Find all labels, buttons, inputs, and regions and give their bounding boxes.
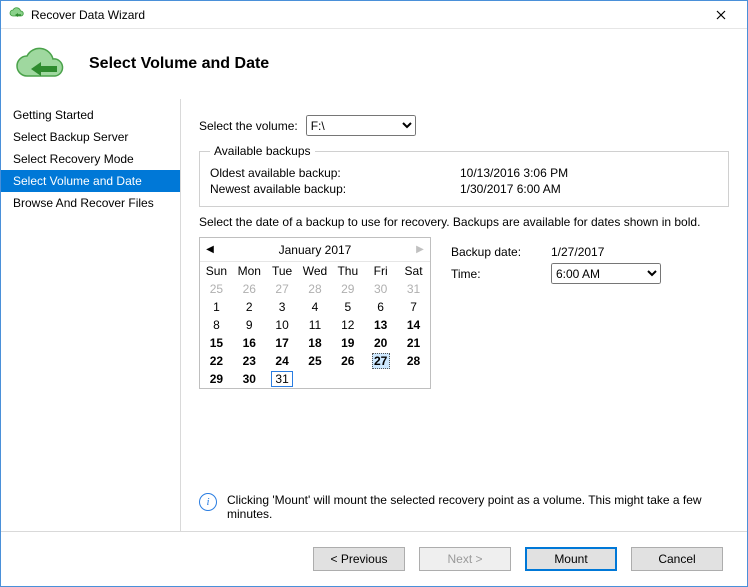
app-icon [9,7,25,23]
calendar-day[interactable]: 21 [397,334,430,352]
calendar-day[interactable]: 13 [364,316,397,334]
volume-label: Select the volume: [199,119,298,133]
calendar-day-header: Wed [299,262,332,280]
calendar-day[interactable]: 27 [364,352,397,370]
sidebar-item-select-recovery-mode[interactable]: Select Recovery Mode [1,148,180,170]
calendar-day[interactable]: 31 [397,280,430,298]
sidebar-item-select-backup-server[interactable]: Select Backup Server [1,126,180,148]
calendar-day[interactable]: 4 [299,298,332,316]
calendar-day [299,370,332,388]
volume-select[interactable]: F:\ [306,115,416,136]
calendar-day[interactable]: 29 [331,280,364,298]
calendar-day [397,370,430,388]
titlebar: Recover Data Wizard [1,1,747,29]
calendar-day[interactable]: 18 [299,334,332,352]
sidebar-item-browse-and-recover-files[interactable]: Browse And Recover Files [1,192,180,214]
calendar-day[interactable]: 5 [331,298,364,316]
calendar-day-header: Fri [364,262,397,280]
calendar-day-header: Thu [331,262,364,280]
calendar-day[interactable]: 24 [266,352,299,370]
calendar-day[interactable]: 10 [266,316,299,334]
info-icon: i [199,493,217,511]
info-note: i Clicking 'Mount' will mount the select… [199,493,729,521]
calendar-day-header: Mon [233,262,266,280]
calendar-day[interactable]: 3 [266,298,299,316]
calendar-day[interactable]: 8 [200,316,233,334]
calendar-day[interactable]: 30 [364,280,397,298]
calendar-day-header: Sun [200,262,233,280]
next-button: Next > [419,547,511,571]
calendar[interactable]: ◀ January 2017 ▶ SunMonTueWedThuFriSat 2… [199,237,431,389]
sidebar-item-select-volume-and-date[interactable]: Select Volume and Date [1,170,180,192]
calendar-day[interactable]: 25 [299,352,332,370]
calendar-day[interactable]: 1 [200,298,233,316]
previous-button[interactable]: < Previous [313,547,405,571]
oldest-backup-value: 10/13/2016 3:06 PM [460,166,568,180]
page-heading: Select Volume and Date [89,55,269,73]
calendar-day[interactable]: 17 [266,334,299,352]
calendar-day[interactable]: 20 [364,334,397,352]
instruction-text: Select the date of a backup to use for r… [199,215,729,229]
calendar-day[interactable]: 6 [364,298,397,316]
oldest-backup-label: Oldest available backup: [210,166,460,180]
calendar-day[interactable]: 26 [331,352,364,370]
calendar-day[interactable]: 27 [266,280,299,298]
calendar-day[interactable]: 12 [331,316,364,334]
backup-date-value: 1/27/2017 [551,245,604,259]
close-button[interactable] [701,3,741,27]
calendar-day[interactable]: 22 [200,352,233,370]
mount-button[interactable]: Mount [525,547,617,571]
time-label: Time: [451,267,551,281]
available-backups-legend: Available backups [210,144,315,158]
info-note-text: Clicking 'Mount' will mount the selected… [227,493,729,521]
calendar-day[interactable]: 19 [331,334,364,352]
calendar-day[interactable]: 15 [200,334,233,352]
calendar-day [364,370,397,388]
calendar-day[interactable]: 23 [233,352,266,370]
calendar-next-icon[interactable]: ▶ [410,244,430,255]
calendar-day[interactable]: 29 [200,370,233,388]
header: Select Volume and Date [1,29,747,99]
calendar-day[interactable]: 7 [397,298,430,316]
window-title: Recover Data Wizard [31,8,701,22]
calendar-day[interactable]: 2 [233,298,266,316]
calendar-day[interactable]: 9 [233,316,266,334]
available-backups-group: Available backups Oldest available backu… [199,144,729,207]
calendar-day[interactable]: 11 [299,316,332,334]
calendar-day [331,370,364,388]
calendar-day-header: Sat [397,262,430,280]
calendar-day[interactable]: 30 [233,370,266,388]
calendar-day-header: Tue [266,262,299,280]
calendar-day[interactable]: 31 [266,370,299,388]
cancel-button[interactable]: Cancel [631,547,723,571]
newest-backup-value: 1/30/2017 6:00 AM [460,182,561,196]
calendar-day[interactable]: 26 [233,280,266,298]
calendar-title: January 2017 [220,243,410,257]
calendar-day[interactable]: 25 [200,280,233,298]
calendar-day[interactable]: 16 [233,334,266,352]
time-select[interactable]: 6:00 AM [551,263,661,284]
calendar-prev-icon[interactable]: ◀ [200,244,220,255]
main-panel: Select the volume: F:\ Available backups… [181,99,747,531]
calendar-day[interactable]: 28 [397,352,430,370]
cloud-logo-icon [13,42,71,86]
backup-date-label: Backup date: [451,245,551,259]
calendar-day[interactable]: 28 [299,280,332,298]
newest-backup-label: Newest available backup: [210,182,460,196]
sidebar-item-getting-started[interactable]: Getting Started [1,104,180,126]
footer: < Previous Next > Mount Cancel [1,531,747,586]
sidebar: Getting Started Select Backup Server Sel… [1,99,181,531]
calendar-day[interactable]: 14 [397,316,430,334]
